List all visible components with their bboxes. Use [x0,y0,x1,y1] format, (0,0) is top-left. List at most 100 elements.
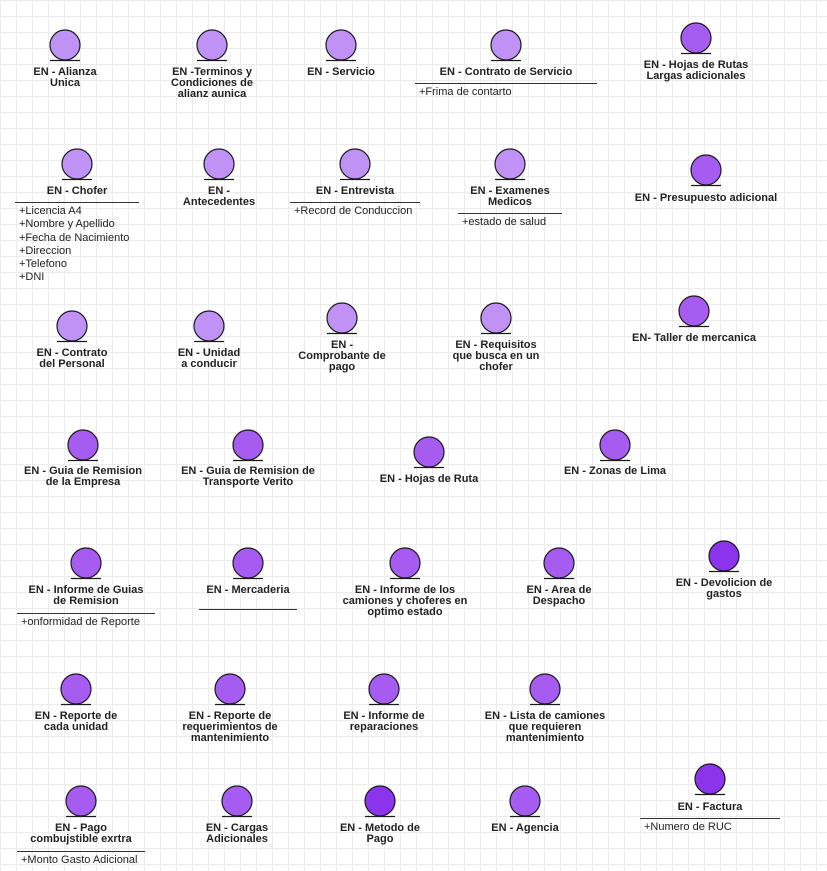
entity-icon-circle [203,148,235,180]
entity-icon-circle [221,785,253,817]
entity-name: EN - Contrato del Personal [36,347,108,370]
entity-name: EN - Informe de Guias de Remision [28,584,144,607]
entity-attributes: +Numero de RUC [644,821,732,834]
entity-icon [56,310,88,343]
entity-name: EN - Zonas de Lima [563,465,667,477]
entity-icon-circle [193,310,225,342]
entity-name: EN - Hojas de Ruta [379,473,479,485]
entity-divider [17,851,145,852]
entity-name: EN - Lista de camiones que requieren man… [484,710,606,744]
entity-icon [65,785,97,818]
entity-icon-circle [325,29,357,61]
entity-name: EN - Reporte de requerimientos de manten… [182,710,278,744]
entity-name: EN - Mercaderia [206,584,290,596]
entity-icon-circle [680,22,712,54]
entity-icon [61,148,93,181]
entity-icon-circle [494,148,526,180]
entity-attribute: +Monto Gasto Adicional [21,854,138,866]
entity-name: EN - Guia de Remision de la Empresa [24,465,142,488]
entity-icon [599,429,631,462]
entity-attribute: +Nombre y Apellido [19,218,115,231]
entity-icon-circle [339,148,371,180]
entity-icon-circle [480,302,512,334]
entity-name: EN - Reporte de cada unidad [34,710,118,733]
entity-icon-circle [690,154,722,186]
entity-name: EN - Cargas Adicionales [205,822,269,845]
entity-name: EN - Contrato de Servicio [439,66,573,78]
entity-icon [67,429,99,462]
entity-attribute: +Numero de RUC [644,821,732,833]
entity-divider [458,213,562,214]
entity-name: EN - Area de Despacho [526,584,592,607]
entity-icon-circle [232,429,264,461]
entity-icon [490,29,522,62]
entity-name: EN- Taller de mercanica [632,332,756,344]
entity-icon [368,673,400,706]
entity-icon [214,673,246,706]
entity-icon-circle [529,673,561,705]
entity-name: EN - Requisitos que busca en un chofer [452,339,540,373]
entity-icon-circle [70,547,102,579]
entity-icon [325,29,357,62]
entity-attributes: +Monto Gasto Adicional [21,854,138,867]
entity-icon-circle [543,547,575,579]
entity-icon-circle [65,785,97,817]
entity-name: EN - Informe de los camiones y choferes … [342,584,468,618]
entity-name: EN - Hojas de Rutas Largas adicionales [643,59,749,82]
entity-name: EN - Metodo de Pago [339,822,421,845]
entity-icon [221,785,253,818]
entity-name: EN - Examenes Medicos [470,185,550,208]
entity-icon-circle [509,785,541,817]
entity-attribute: +estado de salud [462,216,547,228]
entity-icon [480,302,512,335]
entity-icon [339,148,371,181]
entity-name: EN - Antecedentes [182,185,256,208]
entity-icon [678,295,710,328]
entity-divider [415,83,597,84]
entity-icon-circle [214,673,246,705]
entity-divider [15,202,139,203]
entity-attribute: +Record de Conduccion [294,205,413,217]
entity-attribute: +onformidad de Reporte [21,616,140,628]
entity-divider [640,818,780,819]
entity-icon [326,302,358,335]
entity-attribute: +Frima de contarto [419,86,512,98]
entity-name: EN - Unidad a conducir [177,347,241,370]
entity-name: EN - Agencia [491,822,559,834]
entity-icon [70,547,102,580]
entity-icon [413,436,445,469]
entity-icon-circle [67,429,99,461]
entity-icon [529,673,561,706]
entity-attributes: +onformidad de Reporte [21,616,140,629]
entity-icon-circle [196,29,228,61]
entity-attributes: +Record de Conduccion [294,205,412,218]
entity-name: EN - Informe de reparaciones [343,710,425,733]
entity-icon [193,310,225,343]
entity-attribute: +Fecha de Nacimiento [19,231,130,244]
entity-name: EN - Presupuesto adicional [634,192,778,204]
diagram-canvas: EN - Alianza Unica EN -Terminos y Condici… [0,0,827,871]
entity-attribute: +Licencia A4 [19,205,82,217]
entity-attributes: +Licencia A4 +Nombre y Apellido +Fecha de … [19,205,129,285]
entity-icon-circle [694,763,726,795]
entity-name: EN - Pago combujstible exrtra [30,822,132,845]
entity-icon [509,785,541,818]
entity-name: EN - Servicio [307,66,375,78]
entity-icon-circle [364,785,396,817]
entity-icon-circle [56,310,88,342]
entity-icon-circle [490,29,522,61]
entity-icon-circle [368,673,400,705]
entity-icon-circle [326,302,358,334]
entity-name: EN - Alianza Unica [33,66,97,89]
entity-icon [49,29,81,62]
entity-name: EN - Chofer [46,185,108,197]
entity-attribute: +Direccion [19,244,72,257]
entity-icon-circle [60,673,92,705]
entity-icon-circle [708,540,740,572]
entity-icon-circle [678,295,710,327]
entity-name: EN - Comprobante de pago [298,339,386,373]
entity-icon [60,673,92,706]
entity-icon [694,763,726,796]
entity-divider [17,613,155,614]
entity-divider [290,202,420,203]
